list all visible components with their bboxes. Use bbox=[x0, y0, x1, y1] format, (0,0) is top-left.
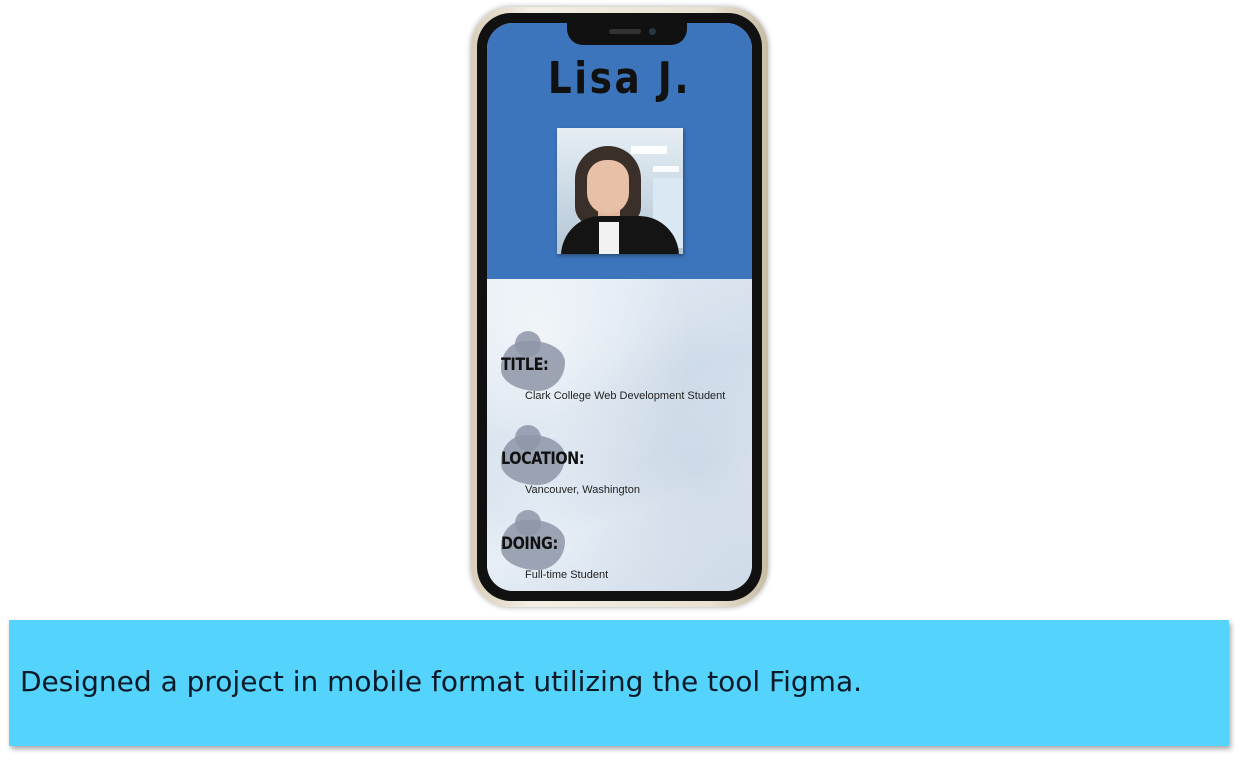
field-label: TITLE: bbox=[501, 355, 549, 375]
profile-header: Lisa J. bbox=[487, 23, 752, 279]
profile-details: TITLE: Clark College Web Development Stu… bbox=[487, 279, 752, 591]
field-value: Clark College Web Development Student bbox=[525, 390, 726, 402]
field-label: LOCATION: bbox=[501, 449, 585, 469]
field-value: Full-time Student bbox=[525, 569, 609, 581]
profile-name: Lisa J. bbox=[547, 53, 692, 104]
phone-screen: Lisa J. TITLE: Clark College Web Develop… bbox=[487, 23, 752, 591]
speaker-grille bbox=[609, 29, 641, 34]
profile-photo bbox=[557, 128, 683, 254]
phone-bezel: Lisa J. TITLE: Clark College Web Develop… bbox=[477, 13, 762, 601]
phone-notch bbox=[567, 23, 687, 45]
camera-icon bbox=[649, 28, 656, 35]
field-value: Vancouver, Washington bbox=[525, 484, 640, 496]
caption-text: Designed a project in mobile format util… bbox=[20, 665, 863, 698]
phone-mockup: Lisa J. TITLE: Clark College Web Develop… bbox=[471, 7, 768, 607]
caption-bar: Designed a project in mobile format util… bbox=[9, 620, 1229, 746]
field-label: DOING: bbox=[501, 534, 558, 554]
